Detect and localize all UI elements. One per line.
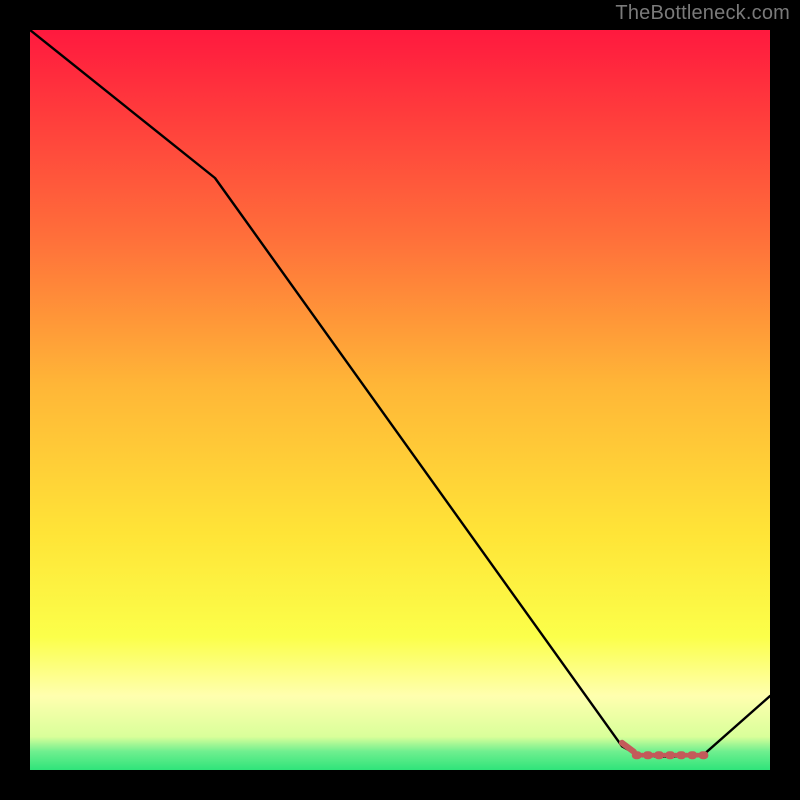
attribution-text: TheBottleneck.com bbox=[615, 2, 790, 25]
bottleneck-chart bbox=[30, 30, 770, 770]
plot-area bbox=[30, 30, 770, 770]
gradient-background bbox=[30, 30, 770, 770]
chart-frame: { "attribution": "TheBottleneck.com", "c… bbox=[0, 0, 800, 800]
